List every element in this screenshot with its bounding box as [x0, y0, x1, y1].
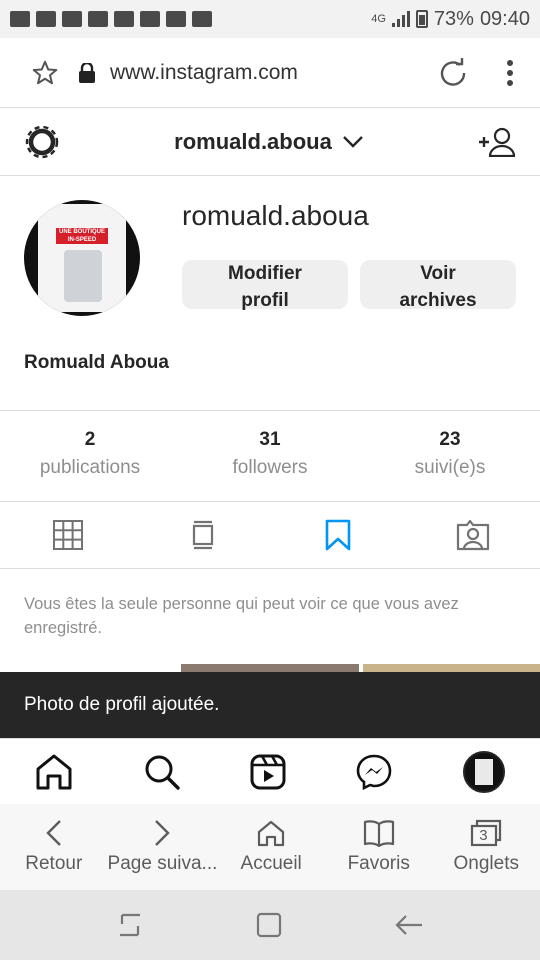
forward-chevron-icon — [155, 820, 171, 846]
search-icon[interactable] — [144, 754, 180, 790]
profile-avatar-icon[interactable] — [462, 750, 505, 793]
instagram-header: romuald.aboua — [0, 108, 540, 176]
home-label: Accueil — [240, 853, 302, 874]
saved-thumb[interactable] — [362, 664, 540, 672]
reels-icon[interactable] — [250, 754, 286, 790]
view-archive-label: Voir archives — [399, 263, 477, 311]
stat-label: publications — [39, 457, 141, 478]
clock: 09:40 — [479, 7, 530, 30]
profile-username: romuald.aboua — [182, 200, 369, 231]
header-username: romuald.aboua — [174, 128, 332, 154]
signal-icon — [391, 11, 410, 27]
stat-following[interactable]: 23 suivi(e)s — [360, 411, 540, 501]
profile-tabs — [0, 502, 540, 569]
system-navigation-bar — [0, 890, 540, 960]
feed-icon — [192, 520, 213, 550]
stat-publications[interactable]: 2 publications — [0, 411, 180, 501]
forward-label: Page suiva... — [107, 853, 218, 874]
edit-profile-label: Modifier profil — [228, 263, 302, 311]
url-field[interactable]: www.instagram.com — [110, 61, 438, 85]
chevron-down-icon — [342, 135, 363, 148]
profile-summary: UNE BOUTIQUE IN-SPEED romuald.aboua Modi… — [0, 200, 540, 320]
settings-gear-icon[interactable] — [24, 124, 60, 160]
saved-grid-preview — [0, 664, 540, 672]
chrome-icon — [166, 11, 186, 27]
tabs-count: 3 — [479, 827, 488, 844]
edit-profile-button[interactable]: Modifier profil — [182, 260, 348, 311]
profile-stats: 2 publications 31 followers 23 suivi(e)s — [0, 410, 540, 502]
instagram-bottom-nav — [0, 738, 540, 804]
view-archive-button[interactable]: Voir archives — [360, 260, 516, 311]
add-user-icon[interactable] — [478, 127, 516, 157]
bookmark-icon — [325, 519, 350, 551]
home-button[interactable]: Accueil — [217, 804, 325, 890]
stat-value: 2 — [84, 429, 96, 450]
warning-icon — [88, 11, 108, 27]
bookmarks-button[interactable]: Favoris — [325, 804, 433, 890]
display-name: Romuald Aboua — [24, 352, 169, 373]
grid-icon — [52, 520, 83, 550]
network-type: 4G — [371, 13, 386, 25]
saved-thumb[interactable] — [0, 664, 178, 672]
stat-value: 23 — [439, 429, 461, 450]
bookmark-star-icon[interactable] — [30, 58, 60, 88]
saved-posts-note: Vous êtes la seule personne qui peut voi… — [24, 595, 459, 637]
status-bar: 4G 73% 09:40 — [0, 0, 540, 38]
battery-icon — [415, 10, 428, 28]
browser-toolbar: Retour Page suiva... Accueil Favoris 3 O… — [0, 804, 540, 890]
stat-value: 31 — [259, 429, 281, 450]
tab-saved[interactable] — [270, 502, 405, 568]
bookmarks-label: Favoris — [347, 853, 410, 874]
home-icon[interactable] — [35, 754, 73, 790]
saved-thumb[interactable] — [181, 664, 359, 672]
bookmarks-book-icon — [363, 820, 394, 847]
message-icon — [10, 11, 30, 27]
tabs-icon: 3 — [470, 819, 502, 847]
back-arrow-icon[interactable] — [394, 913, 424, 937]
messenger-icon[interactable] — [356, 754, 392, 790]
tabs-label: Onglets — [453, 853, 519, 874]
forward-button[interactable]: Page suiva... — [107, 804, 218, 890]
toast-text: Photo de profil ajoutée. — [24, 694, 220, 715]
image-icon — [140, 11, 160, 27]
product-image — [64, 250, 102, 302]
tab-grid[interactable] — [0, 502, 135, 568]
avatar-label: UNE BOUTIQUE IN-SPEED — [56, 228, 108, 244]
reload-icon[interactable] — [438, 57, 468, 88]
lock-icon — [78, 62, 96, 83]
more-menu-icon[interactable] — [506, 59, 514, 86]
notification-icons — [10, 11, 212, 27]
app-icon — [114, 11, 134, 27]
back-button[interactable]: Retour — [0, 804, 108, 890]
tab-feed[interactable] — [135, 502, 270, 568]
toast-message: Photo de profil ajoutée. — [0, 672, 540, 738]
gmail-icon — [36, 11, 56, 27]
browser-url-bar: www.instagram.com — [0, 38, 540, 108]
gmail-icon — [62, 11, 82, 27]
avatar[interactable]: UNE BOUTIQUE IN-SPEED — [24, 200, 140, 316]
back-chevron-icon — [46, 820, 61, 846]
battery-percent: 73% — [433, 7, 474, 30]
sd-card-icon — [192, 11, 212, 27]
stat-followers[interactable]: 31 followers — [180, 411, 360, 501]
tab-tagged[interactable] — [405, 502, 540, 568]
home-square-icon[interactable] — [255, 911, 283, 939]
stat-label: suivi(e)s — [414, 457, 486, 478]
tagged-person-icon — [456, 519, 489, 551]
tabs-button[interactable]: 3 Onglets — [432, 804, 540, 890]
home-icon — [258, 820, 285, 847]
back-label: Retour — [25, 853, 83, 874]
stat-label: followers — [232, 457, 308, 478]
recent-apps-icon[interactable] — [116, 912, 144, 938]
account-switcher[interactable]: romuald.aboua — [60, 129, 478, 155]
